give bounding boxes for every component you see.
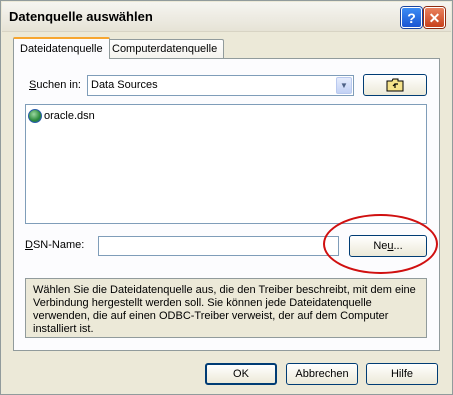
file-name: oracle.dsn	[44, 110, 95, 122]
folder-up-icon	[386, 78, 404, 92]
dsn-name-input[interactable]	[98, 236, 339, 256]
dsn-name-label: DSN-Name:	[25, 239, 85, 251]
look-in-value: Data Sources	[91, 79, 158, 91]
chevron-down-icon[interactable]: ▼	[336, 77, 352, 94]
title-bar[interactable]: Datenquelle auswählen ? ✕	[2, 2, 451, 32]
new-button-label: Neu...	[373, 240, 403, 252]
help-label: Hilfe	[390, 368, 413, 380]
up-one-level-button[interactable]	[363, 74, 427, 96]
close-icon: ✕	[428, 9, 441, 26]
tab-machine-data-source[interactable]: Computerdatenquelle	[105, 39, 225, 58]
tab-file-data-source[interactable]: Dateidatenquelle	[13, 37, 110, 59]
new-button[interactable]: Neu...	[349, 235, 427, 257]
globe-icon	[28, 109, 42, 123]
select-data-source-dialog: Datenquelle auswählen ? ✕ Dateidatenquel…	[0, 0, 453, 395]
look-in-label: Suchen in:	[29, 79, 81, 91]
cancel-button[interactable]: Abbrechen	[286, 363, 358, 385]
description-box: Wählen Sie die Dateidatenquelle aus, die…	[25, 278, 427, 338]
look-in-dropdown[interactable]: Data Sources ▼	[87, 75, 354, 96]
description-text: Wählen Sie die Dateidatenquelle aus, die…	[33, 284, 416, 335]
question-icon: ?	[407, 9, 416, 26]
list-item[interactable]: oracle.dsn	[28, 109, 95, 123]
file-list[interactable]: oracle.dsn	[25, 104, 427, 224]
help-title-button[interactable]: ?	[401, 7, 422, 28]
ok-label: OK	[233, 368, 249, 380]
cancel-label: Abbrechen	[295, 368, 349, 380]
help-button[interactable]: Hilfe	[366, 363, 438, 385]
close-button[interactable]: ✕	[424, 7, 445, 28]
tab-label: Computerdatenquelle	[112, 43, 218, 55]
window-title: Datenquelle auswählen	[9, 9, 153, 24]
ok-button[interactable]: OK	[205, 363, 277, 385]
tab-label: Dateidatenquelle	[20, 43, 103, 55]
